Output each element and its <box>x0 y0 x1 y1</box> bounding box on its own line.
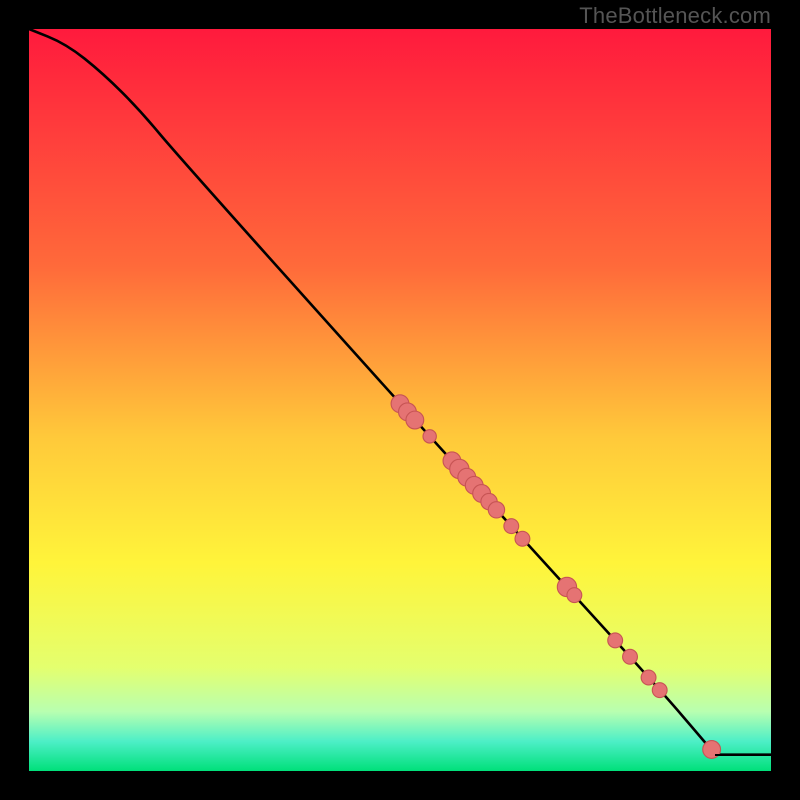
data-marker <box>406 411 424 429</box>
data-marker <box>652 683 667 698</box>
data-marker <box>608 633 623 648</box>
attribution-text: TheBottleneck.com <box>579 3 771 29</box>
chart-svg <box>29 29 771 771</box>
data-marker <box>641 670 656 685</box>
chart-canvas: TheBottleneck.com <box>0 0 800 800</box>
data-marker <box>423 430 436 443</box>
data-marker <box>623 649 638 664</box>
data-marker <box>488 502 504 518</box>
data-marker <box>515 531 530 546</box>
data-marker <box>504 519 519 534</box>
data-marker <box>567 588 582 603</box>
curve-flat-tail <box>715 754 771 757</box>
curve-line <box>29 29 771 755</box>
plot-area: TheBottleneck.com <box>29 29 771 771</box>
